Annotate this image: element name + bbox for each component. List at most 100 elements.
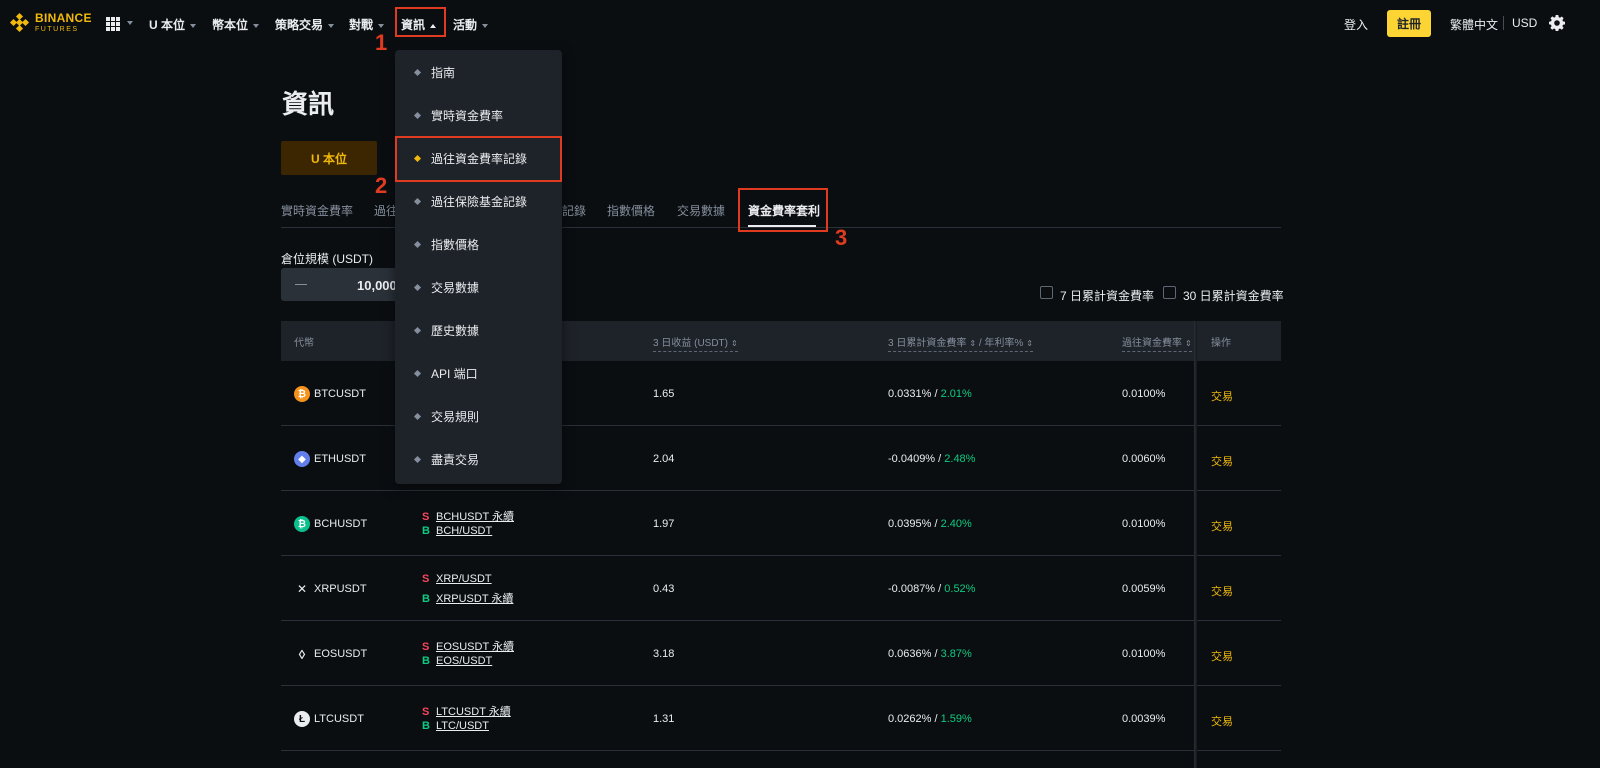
menu-item-trading-rules[interactable]: 交易規則 [395, 395, 562, 438]
sort-icon[interactable]: ⇕ [731, 339, 738, 348]
page-title: 資訊 [282, 89, 335, 119]
gear-icon[interactable] [1549, 15, 1565, 31]
currency-selector[interactable]: USD [1512, 16, 1537, 30]
brand-sub: FUTURES [35, 26, 79, 33]
sell-leg[interactable]: S BCHUSDT 永續 [422, 508, 514, 524]
header-coin: 代幣 [294, 338, 314, 349]
menu-item-historical-data[interactable]: 歷史數據 [395, 309, 562, 352]
profit-value: 1.31 [653, 713, 675, 725]
annotation-box-3 [738, 188, 828, 232]
bullet-icon [413, 455, 422, 464]
rate-value: 0.0636% / 3.87% [888, 648, 972, 660]
table-row: ◊ EOSUSDT S EOSUSDT 永續 B EOS/USDT 3.18 0.0… [281, 621, 1281, 686]
sell-leg[interactable]: S EOSUSDT 永續 [422, 638, 514, 654]
trade-link[interactable]: 交易 [1211, 453, 1233, 469]
buy-leg[interactable]: B XRPUSDT 永續 [422, 590, 513, 606]
coin-symbol: LTCUSDT [314, 713, 364, 725]
btc-coin-icon: ₿ [294, 386, 310, 402]
xrp-coin-icon: ✕ [294, 581, 310, 597]
tab-trading-data[interactable]: 交易數據 [677, 202, 725, 219]
buy-leg[interactable]: B LTC/USDT [422, 720, 489, 732]
bullet-icon [413, 68, 422, 77]
rate-value: 0.0395% / 2.40% [888, 518, 972, 530]
trade-link[interactable]: 交易 [1211, 518, 1233, 534]
sort-icon[interactable]: ⇕ [1185, 339, 1192, 348]
position-size-label: 倉位規模 (USDT) [281, 252, 373, 266]
menu-item-index-price[interactable]: 指數價格 [395, 223, 562, 266]
checkbox-7d-cumulative[interactable] [1040, 286, 1053, 299]
header-3d-cumulative-rate[interactable]: 3 日累計資金費率 ⇕ / 年利率% ⇕ [888, 334, 1033, 352]
past-rate-value: 0.0060% [1122, 453, 1166, 465]
apps-grid-icon[interactable] [106, 17, 120, 31]
binance-futures-logo[interactable]: BINANCE FUTURES [9, 11, 92, 33]
top-nav: BINANCE FUTURES U 本位 幣本位 策略交易 對戰 資訊 活動 登… [0, 0, 1600, 48]
tab-insurance-fund-history[interactable]: 記錄 [562, 202, 586, 219]
trade-link[interactable]: 交易 [1211, 583, 1233, 599]
menu-item-guide[interactable]: 指南 [395, 51, 562, 94]
coin-symbol: BTCUSDT [314, 388, 366, 400]
past-rate-value: 0.0100% [1122, 518, 1166, 530]
nav-item-coin-margined[interactable]: 幣本位 [212, 16, 260, 33]
nav-item-u-margined[interactable]: U 本位 [149, 16, 197, 33]
profit-value: 1.65 [653, 388, 675, 400]
trade-link[interactable]: 交易 [1211, 648, 1233, 664]
minus-icon[interactable] [295, 284, 307, 285]
eth-coin-icon: ◆ [294, 451, 310, 467]
sell-leg[interactable]: S LTCUSDT 永續 [422, 703, 511, 719]
coin-symbol: EOSUSDT [314, 648, 368, 660]
login-link[interactable]: 登入 [1344, 16, 1368, 33]
info-dropdown-menu: 指南 實時資金費率 過往資金費率記錄 過往保險基金記錄 指數價格 交易數據 歷史… [395, 50, 562, 484]
bch-coin-icon: ₿ [294, 516, 310, 532]
nav-item-strategy-trading[interactable]: 策略交易 [275, 16, 335, 33]
sell-leg[interactable]: S XRP/USDT [422, 573, 492, 585]
language-selector[interactable]: 繁體中文 [1450, 16, 1498, 33]
position-size-value[interactable]: 10,000 [357, 278, 397, 293]
nav-item-events[interactable]: 活動 [453, 16, 489, 33]
chevron-down-icon [378, 23, 385, 28]
rate-value: -0.0409% / 2.48% [888, 453, 976, 465]
checkbox-30d-label[interactable]: 30 日累計資金費率 [1183, 287, 1284, 304]
checkbox-30d-cumulative[interactable] [1163, 286, 1176, 299]
brand-name: BINANCE [35, 11, 92, 25]
menu-item-api[interactable]: API 端口 [395, 352, 562, 395]
header-action: 操作 [1211, 338, 1231, 349]
table-row: Ł LTCUSDT S LTCUSDT 永續 B LTC/USDT 1.31 0.0… [281, 686, 1281, 751]
chevron-down-icon [190, 23, 197, 28]
eos-coin-icon: ◊ [294, 646, 310, 662]
checkbox-7d-label[interactable]: 7 日累計資金費率 [1060, 287, 1154, 304]
table-row: ₿ BCHUSDT S BCHUSDT 永續 B BCH/USDT 1.97 0.0… [281, 491, 1281, 556]
menu-item-insurance-fund-history[interactable]: 過往保險基金記錄 [395, 180, 562, 223]
register-button[interactable]: 註冊 [1387, 10, 1431, 37]
coin-symbol: XRPUSDT [314, 583, 367, 595]
buy-leg[interactable]: B BCH/USDT [422, 525, 492, 537]
bullet-icon [413, 369, 422, 378]
tab-realtime-funding-rate[interactable]: 實時資金費率 [281, 202, 353, 219]
bullet-icon [413, 111, 422, 120]
bullet-icon [413, 197, 422, 206]
header-past-funding-rate[interactable]: 過往資金費率 ⇕ [1122, 334, 1192, 352]
tab-index-price[interactable]: 指數價格 [607, 202, 655, 219]
menu-item-trading-data[interactable]: 交易數據 [395, 266, 562, 309]
annotation-number-1: 1 [375, 30, 388, 55]
rate-value: 0.0331% / 2.01% [888, 388, 972, 400]
past-rate-value: 0.0100% [1122, 388, 1166, 400]
rate-value: -0.0087% / 0.52% [888, 583, 976, 595]
past-rate-value: 0.0059% [1122, 583, 1166, 595]
menu-item-responsible-trading[interactable]: 盡責交易 [395, 438, 562, 481]
sticky-column-shadow [1194, 321, 1197, 768]
buy-leg[interactable]: B EOS/USDT [422, 655, 492, 667]
trade-link[interactable]: 交易 [1211, 713, 1233, 729]
menu-item-realtime-funding-rate[interactable]: 實時資金費率 [395, 94, 562, 137]
chevron-down-icon [253, 23, 260, 28]
rate-value: 0.0262% / 1.59% [888, 713, 972, 725]
sort-icon[interactable]: ⇕ [969, 339, 976, 348]
sort-icon[interactable]: ⇕ [1026, 339, 1033, 348]
header-3d-profit[interactable]: 3 日收益 (USDT) ⇕ [653, 334, 738, 352]
annotation-number-3: 3 [835, 225, 848, 250]
chevron-down-icon[interactable] [127, 21, 133, 25]
profit-value: 2.04 [653, 453, 675, 465]
profit-value: 1.97 [653, 518, 675, 530]
past-rate-value: 0.0100% [1122, 648, 1166, 660]
u-margined-button[interactable]: U 本位 [281, 141, 377, 175]
trade-link[interactable]: 交易 [1211, 388, 1233, 404]
